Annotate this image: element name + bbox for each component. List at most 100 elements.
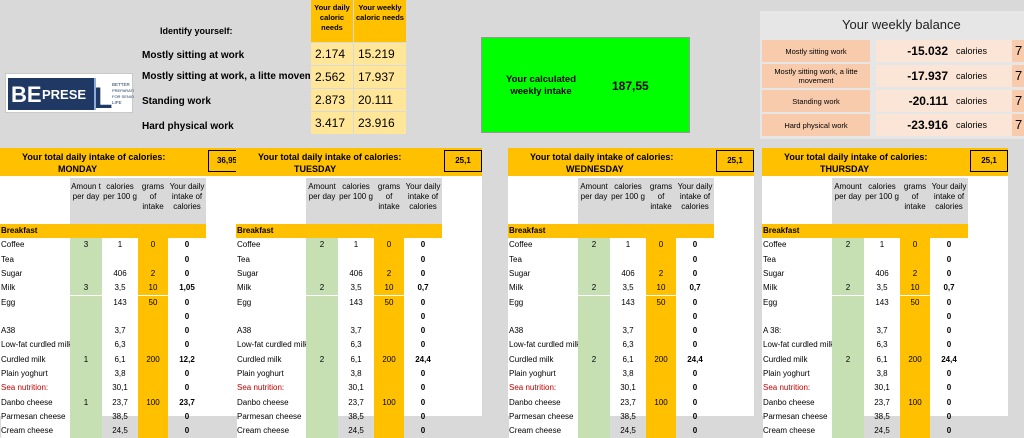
amount-cell[interactable] [70,424,102,438]
amount-cell[interactable] [306,309,338,325]
amount-cell[interactable] [832,381,864,396]
grams-cell[interactable]: 10 [646,281,676,296]
amount-cell[interactable] [70,367,102,382]
amount-cell[interactable]: 2 [832,238,864,253]
cal-cell[interactable]: 38,5 [338,410,374,424]
grams-cell[interactable] [646,409,676,425]
day-total-value[interactable]: 25,1 [716,150,754,172]
grams-cell[interactable] [900,252,930,267]
grams-cell[interactable] [646,309,676,325]
amount-cell[interactable] [70,409,102,425]
amount-cell[interactable] [70,309,102,325]
grams-cell[interactable] [138,424,168,438]
cal-cell[interactable]: 30,1 [610,381,646,395]
amount-cell[interactable] [578,395,610,410]
cal-cell[interactable]: 3,7 [102,324,138,338]
grams-cell[interactable]: 10 [374,281,404,296]
grams-cell[interactable]: 2 [138,266,168,282]
cal-cell[interactable]: 6,3 [338,338,374,352]
cal-cell[interactable] [610,310,646,324]
cal-cell[interactable]: 1 [864,238,900,252]
amount-cell[interactable] [832,324,864,339]
amount-cell[interactable]: 2 [306,238,338,253]
grams-cell[interactable]: 200 [138,352,168,367]
amount-cell[interactable] [306,424,338,438]
grams-cell[interactable]: 2 [374,266,404,282]
cal-cell[interactable]: 30,1 [864,381,900,395]
grams-cell[interactable] [374,381,404,396]
amount-cell[interactable]: 2 [832,281,864,296]
cal-cell[interactable]: 3,8 [864,367,900,381]
amount-cell[interactable]: 2 [832,352,864,367]
grams-cell[interactable] [646,381,676,396]
amount-cell[interactable]: 2 [306,281,338,296]
work-type-standing[interactable]: Standing work [142,96,310,107]
amount-cell[interactable]: 1 [70,395,102,410]
cal-cell[interactable]: 23,7 [864,396,900,410]
grams-cell[interactable] [900,324,930,339]
grams-cell[interactable] [900,367,930,382]
amount-cell[interactable] [578,295,610,310]
grams-cell[interactable] [646,424,676,438]
cal-cell[interactable]: 3,7 [338,324,374,338]
grams-cell[interactable] [900,338,930,353]
cal-cell[interactable]: 6,1 [338,353,374,367]
cal-cell[interactable]: 30,1 [102,381,138,395]
cal-cell[interactable]: 30,1 [338,381,374,395]
grams-cell[interactable]: 2 [900,266,930,282]
cal-cell[interactable]: 24,5 [102,424,138,438]
cal-cell[interactable]: 406 [610,267,646,281]
amount-cell[interactable] [832,367,864,382]
cal-cell[interactable]: 6,1 [102,353,138,367]
grams-cell[interactable] [138,409,168,425]
cal-cell[interactable]: 38,5 [610,410,646,424]
grams-cell[interactable] [138,367,168,382]
cal-cell[interactable]: 1 [102,238,138,252]
cal-cell[interactable]: 3,7 [610,324,646,338]
grams-cell[interactable] [900,309,930,325]
grams-cell[interactable] [138,309,168,325]
cal-cell[interactable]: 24,5 [338,424,374,438]
grams-cell[interactable]: 200 [646,352,676,367]
grams-cell[interactable] [138,324,168,339]
cal-cell[interactable]: 3,5 [338,281,374,295]
amount-cell[interactable] [832,295,864,310]
cal-cell[interactable]: 3,7 [864,324,900,338]
grams-cell[interactable]: 100 [646,395,676,410]
amount-cell[interactable] [70,266,102,282]
amount-cell[interactable]: 2 [306,352,338,367]
cal-cell[interactable]: 6,1 [864,353,900,367]
grams-cell[interactable]: 10 [138,281,168,296]
amount-cell[interactable] [578,324,610,339]
grams-cell[interactable]: 100 [138,395,168,410]
grams-cell[interactable] [138,252,168,267]
cal-cell[interactable]: 6,1 [610,353,646,367]
cal-cell[interactable]: 143 [610,296,646,310]
grams-cell[interactable]: 50 [646,295,676,310]
amount-cell[interactable] [70,381,102,396]
cal-cell[interactable]: 406 [338,267,374,281]
amount-cell[interactable] [306,295,338,310]
amount-cell[interactable] [70,295,102,310]
cal-cell[interactable] [102,310,138,324]
cal-cell[interactable]: 23,7 [102,396,138,410]
cal-cell[interactable]: 143 [338,296,374,310]
amount-cell[interactable] [832,395,864,410]
grams-cell[interactable] [374,252,404,267]
grams-cell[interactable] [646,338,676,353]
day-total-value[interactable]: 25,1 [444,150,482,172]
amount-cell[interactable] [832,424,864,438]
amount-cell[interactable] [832,252,864,267]
grams-cell[interactable]: 0 [138,238,168,253]
amount-cell[interactable] [578,424,610,438]
amount-cell[interactable] [578,309,610,325]
amount-cell[interactable] [306,338,338,353]
grams-cell[interactable] [646,367,676,382]
amount-cell[interactable] [306,367,338,382]
cal-cell[interactable]: 24,5 [610,424,646,438]
cal-cell[interactable]: 24,5 [864,424,900,438]
cal-cell[interactable]: 143 [102,296,138,310]
amount-cell[interactable] [832,266,864,282]
cal-cell[interactable] [864,253,900,267]
cal-cell[interactable] [338,310,374,324]
